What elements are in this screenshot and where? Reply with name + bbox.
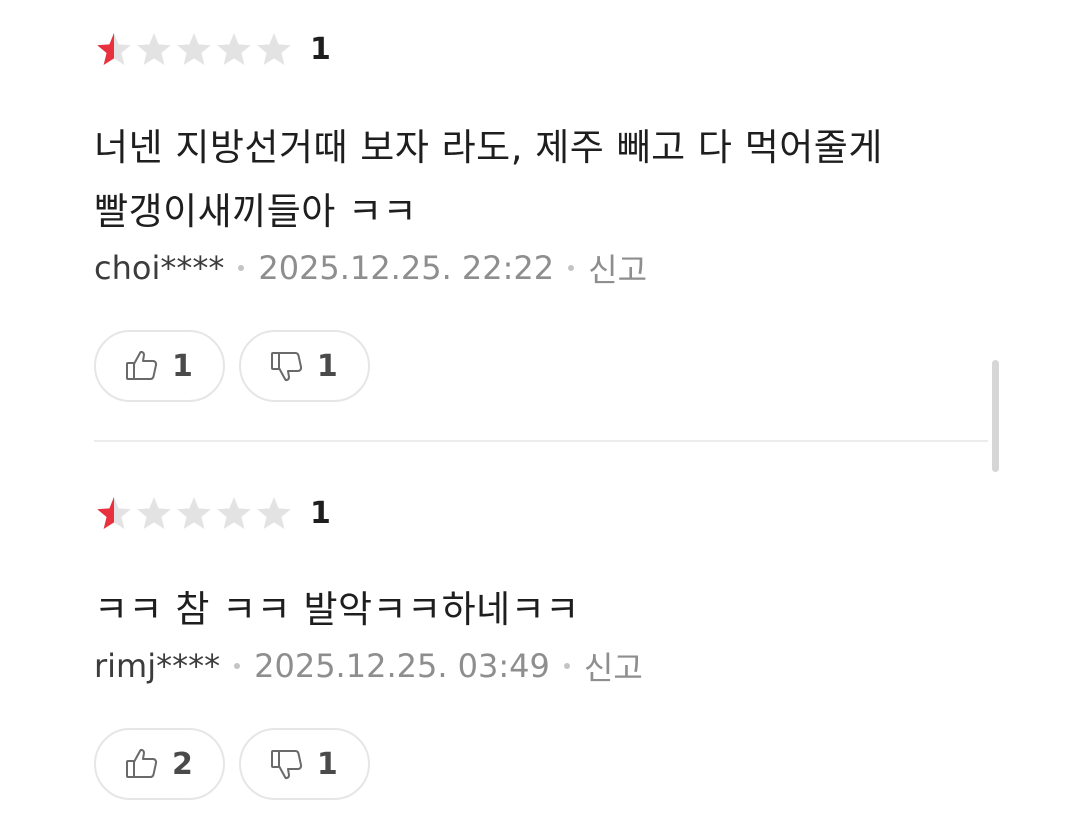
vote-row: 1 1 (94, 330, 988, 402)
thumbs-down-icon (269, 746, 305, 782)
thumbs-down-icon (269, 348, 305, 384)
review-meta: choi**** 2025.12.25. 22:22 신고 (94, 246, 988, 290)
star-icon (174, 30, 214, 70)
half-star-icon (94, 494, 134, 534)
star-rating (94, 30, 294, 70)
rating-row: 1 (94, 28, 988, 72)
dislike-count: 1 (316, 348, 338, 384)
rating-value: 1 (310, 496, 331, 531)
like-count: 1 (172, 348, 193, 384)
half-star-icon (94, 30, 134, 70)
star-icon (134, 494, 174, 534)
report-link[interactable]: 신고 (588, 245, 647, 291)
dislike-count: 1 (316, 746, 338, 782)
review-text: 너넨 지방선거때 보자 라도, 제주 빼고 다 먹어줄게 빨갱이새끼들아 ㅋㅋ (94, 126, 883, 233)
rating-row: 1 (94, 492, 988, 536)
review-text: ㅋㅋ 참 ㅋㅋ 발악ㅋㅋ하네ㅋㅋ (94, 588, 580, 631)
review-meta: rimj**** 2025.12.25. 03:49 신고 (94, 644, 988, 688)
report-link[interactable]: 신고 (584, 643, 643, 689)
scrollbar[interactable] (992, 360, 999, 472)
like-count: 2 (172, 746, 193, 782)
review-datetime: 2025.12.25. 03:49 (254, 647, 550, 685)
like-button[interactable]: 1 (94, 330, 225, 402)
like-button[interactable]: 2 (94, 728, 225, 800)
thumbs-up-icon (124, 348, 160, 384)
star-icon (214, 30, 254, 70)
vote-row: 2 1 (94, 728, 988, 800)
star-rating (94, 494, 294, 534)
review-datetime: 2025.12.25. 22:22 (258, 249, 555, 287)
review-item: 1 너넨 지방선거때 보자 라도, 제주 빼고 다 먹어줄게 빨갱이새끼들아 ㅋ… (94, 28, 988, 402)
author-name: choi**** (94, 249, 225, 287)
rating-value: 1 (310, 32, 331, 67)
star-icon (254, 494, 294, 534)
star-icon (214, 494, 254, 534)
star-icon (254, 30, 294, 70)
separator-dot (568, 265, 575, 271)
review-divider (94, 440, 988, 442)
review-item: 1 ㅋㅋ 참 ㅋㅋ 발악ㅋㅋ하네ㅋㅋ rimj**** 2025.12.25. … (94, 492, 988, 800)
dislike-button[interactable]: 1 (238, 728, 370, 800)
star-icon (134, 30, 174, 70)
separator-dot (238, 265, 245, 271)
dislike-button[interactable]: 1 (238, 330, 370, 402)
author-name: rimj**** (94, 647, 221, 685)
star-icon (174, 494, 214, 534)
thumbs-up-icon (124, 746, 160, 782)
separator-dot (234, 663, 241, 669)
separator-dot (563, 663, 570, 669)
